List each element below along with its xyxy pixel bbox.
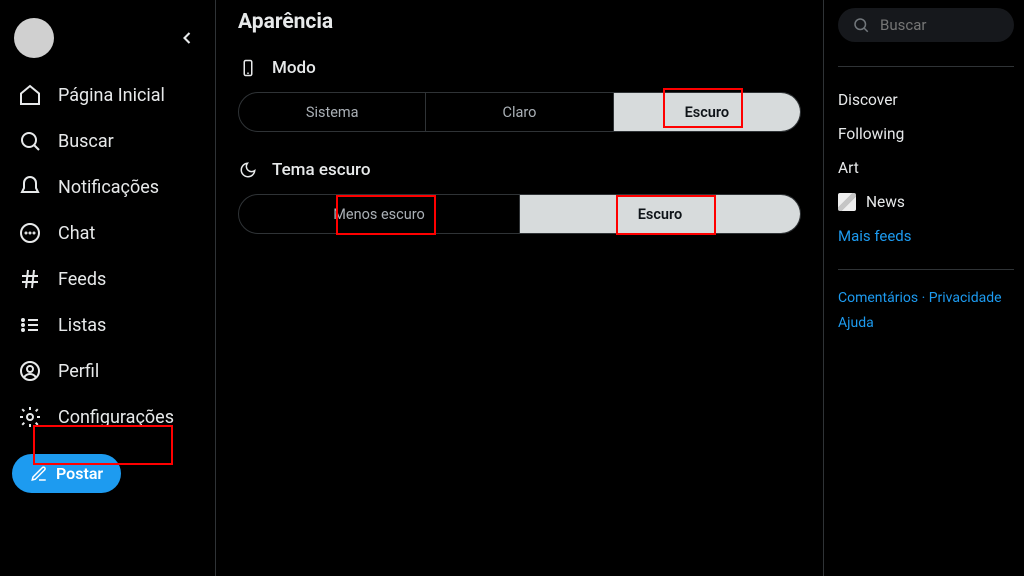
bell-icon	[18, 175, 42, 199]
list-icon	[18, 313, 42, 337]
nav-label: Chat	[58, 223, 95, 244]
gear-icon	[18, 405, 42, 429]
search-box[interactable]	[838, 8, 1014, 42]
nav-home[interactable]: Página Inicial	[8, 72, 207, 118]
news-icon	[838, 193, 856, 211]
darktheme-option-full[interactable]: Escuro	[520, 195, 800, 233]
darktheme-option-dim[interactable]: Menos escuro	[239, 195, 520, 233]
feed-art[interactable]: Art	[838, 151, 1014, 185]
feed-following[interactable]: Following	[838, 117, 1014, 151]
nav-feeds[interactable]: Feeds	[8, 256, 207, 302]
footer-help[interactable]: Ajuda	[838, 315, 874, 331]
main-panel: Aparência Modo Sistema Claro Escuro Tema…	[215, 0, 824, 576]
search-input[interactable]	[880, 16, 1024, 34]
phone-icon	[238, 58, 258, 78]
nav-lists[interactable]: Listas	[8, 302, 207, 348]
nav-label: Notificações	[58, 177, 159, 198]
profile-icon	[18, 359, 42, 383]
footer-links: Comentários · Privacidade Ajuda	[838, 286, 1014, 336]
feed-news[interactable]: News	[838, 185, 1014, 219]
nav-label: Perfil	[58, 361, 99, 382]
post-button-label: Postar	[56, 464, 103, 483]
moon-icon	[238, 160, 258, 180]
post-button[interactable]: Postar	[12, 454, 121, 493]
page-title: Aparência	[216, 0, 823, 48]
mode-option-light[interactable]: Claro	[426, 93, 613, 131]
darktheme-segmented-control: Menos escuro Escuro	[238, 194, 801, 234]
nav-label: Listas	[58, 315, 106, 336]
hash-icon	[18, 267, 42, 291]
nav-label: Página Inicial	[58, 85, 165, 106]
feed-news-label: News	[866, 193, 905, 211]
nav-label: Configurações	[58, 407, 174, 428]
footer-privacy[interactable]: Privacidade	[929, 290, 1002, 306]
search-icon	[18, 129, 42, 153]
chat-icon	[18, 221, 42, 245]
feed-discover[interactable]: Discover	[838, 83, 1014, 117]
mode-segmented-control: Sistema Claro Escuro	[238, 92, 801, 132]
section-mode-header: Modo	[216, 48, 823, 92]
left-sidebar: Página Inicial Buscar Notificações Chat …	[0, 0, 215, 576]
mode-option-system[interactable]: Sistema	[239, 93, 426, 131]
nav-chat[interactable]: Chat	[8, 210, 207, 256]
nav-profile[interactable]: Perfil	[8, 348, 207, 394]
more-feeds-link[interactable]: Mais feeds	[838, 219, 1014, 253]
right-column: Discover Following Art News Mais feeds C…	[824, 0, 1024, 576]
nav-settings[interactable]: Configurações	[8, 394, 207, 440]
footer-comments[interactable]: Comentários	[838, 290, 918, 306]
nav-label: Buscar	[58, 131, 114, 152]
section-mode-label: Modo	[272, 58, 316, 78]
section-darktheme-label: Tema escuro	[272, 160, 371, 180]
section-darktheme-header: Tema escuro	[216, 150, 823, 194]
nav-notifications[interactable]: Notificações	[8, 164, 207, 210]
divider	[838, 269, 1014, 270]
back-chevron-icon[interactable]	[177, 28, 197, 48]
divider	[838, 66, 1014, 67]
avatar[interactable]	[14, 18, 54, 58]
nav-label: Feeds	[58, 269, 106, 290]
search-icon	[852, 16, 870, 34]
mode-option-dark[interactable]: Escuro	[614, 93, 800, 131]
sidebar-top	[8, 10, 207, 72]
nav-search[interactable]: Buscar	[8, 118, 207, 164]
compose-icon	[30, 465, 48, 483]
home-icon	[18, 83, 42, 107]
